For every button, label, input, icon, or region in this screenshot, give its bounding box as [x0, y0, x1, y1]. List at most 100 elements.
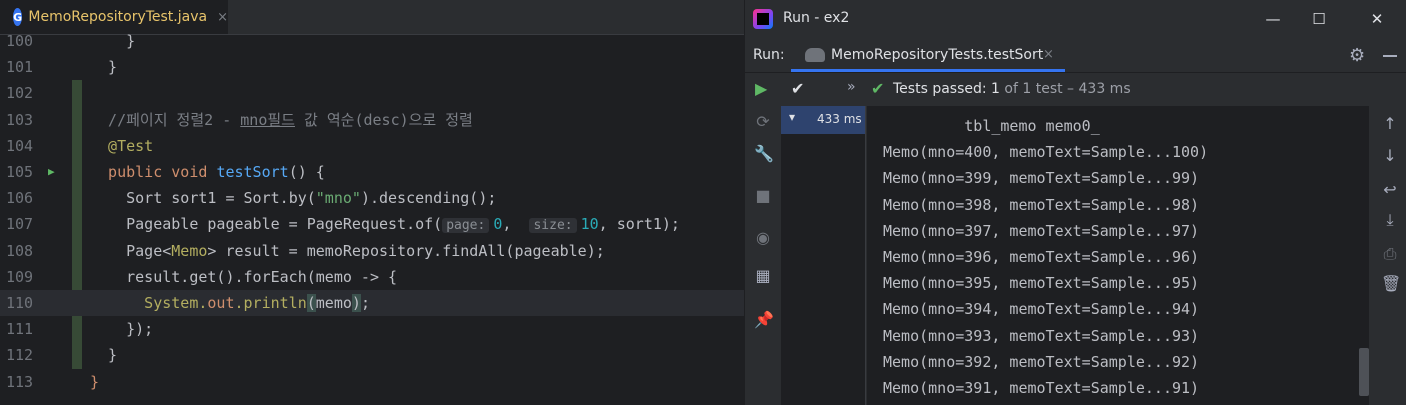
gear-icon[interactable]: ⚙	[1349, 45, 1365, 66]
run-label: Run:	[753, 47, 785, 63]
run-window-title: Run - ex2	[783, 10, 850, 26]
console-line: Memo(mno=399, memoText=Sample...99)	[883, 169, 1200, 188]
code-text: //페이지 정렬2 - mno필드 값 역순(desc)으로 정렬	[90, 110, 473, 129]
code-line[interactable]: 108 Page<Memo> result = memoRepository.f…	[0, 238, 744, 264]
run-test-gutter-icon[interactable]: ▶	[48, 159, 55, 185]
code-line[interactable]: 100 }	[0, 28, 744, 54]
run-config-tab[interactable]: MemoRepositoryTests.testSort ×	[791, 40, 1065, 72]
chevron-down-icon[interactable]: ▾	[789, 110, 795, 124]
trash-icon[interactable]: 🗑	[1381, 274, 1401, 293]
wrench-icon[interactable]: 🔧	[754, 144, 774, 163]
code-text: System.out.println(memo);	[90, 294, 370, 312]
rerun-icon[interactable]: ▶	[755, 79, 767, 98]
code-text: @Test	[90, 136, 154, 155]
tests-passed-count: 1	[991, 81, 1000, 97]
line-number: 111	[6, 320, 34, 339]
line-number: 103	[6, 110, 34, 129]
code-line[interactable]: 109 result.get().forEach(memo -> {	[0, 264, 744, 290]
console-line: Memo(mno=400, memoText=Sample...100)	[883, 143, 1209, 162]
console-line: Memo(mno=397, memoText=Sample...97)	[883, 221, 1200, 240]
line-number: 109	[6, 267, 34, 286]
code-text: });	[90, 320, 154, 339]
test-tree-row[interactable]: ▾ 433 ms	[781, 106, 865, 134]
code-line[interactable]: 105 ▶ public void testSort() {	[0, 159, 744, 185]
arrow-down-icon[interactable]: ↓	[1381, 146, 1399, 165]
code-text: }	[90, 58, 118, 77]
code-editor[interactable]: G MemoRepositoryTest.java × 100 } 101 } 10…	[0, 0, 744, 405]
code-line[interactable]: 107 Pageable pageable = PageRequest.of(p…	[0, 211, 744, 237]
soft-wrap-icon[interactable]: ↩	[1381, 180, 1399, 199]
code-text: }	[90, 346, 118, 365]
tests-passed-status: Tests passed: 1 of 1 test – 433 ms	[893, 81, 1131, 97]
close-tab-icon[interactable]: ×	[217, 10, 228, 25]
hide-panel-icon[interactable]	[1383, 55, 1397, 57]
close-window-button[interactable]: ✕	[1363, 8, 1391, 30]
code-line[interactable]: 103 //페이지 정렬2 - mno필드 값 역순(desc)으로 정렬	[0, 107, 744, 133]
scroll-to-end-icon[interactable]: ⤓	[1381, 210, 1399, 230]
line-number: 100	[6, 32, 34, 50]
run-tab-bar: Run: MemoRepositoryTests.testSort × ⚙	[745, 40, 1406, 73]
test-tree[interactable]: ▾ 433 ms	[781, 106, 866, 405]
code-text: result.get().forEach(memo -> {	[90, 267, 398, 286]
test-run-icon	[805, 48, 825, 62]
line-number: 105	[6, 163, 34, 181]
code-text: }	[90, 372, 100, 391]
code-text: Pageable pageable = PageRequest.of(page:…	[90, 215, 680, 234]
code-line[interactable]: 102	[0, 80, 744, 106]
line-number: 110	[6, 294, 34, 312]
line-number: 108	[6, 241, 34, 260]
stop-icon[interactable]: ■	[754, 186, 772, 205]
console-line: Memo(mno=394, memoText=Sample...94)	[883, 300, 1200, 319]
line-number: 102	[6, 84, 34, 103]
line-number: 112	[6, 346, 34, 365]
scrollbar-thumb[interactable]	[1359, 348, 1369, 396]
close-run-tab-icon[interactable]: ×	[1043, 47, 1054, 62]
console-line: Memo(mno=392, memoText=Sample...92)	[883, 352, 1200, 371]
run-config-tab-label: MemoRepositoryTests.testSort	[831, 47, 1044, 63]
console-line: tbl_memo memo0_	[883, 117, 1100, 135]
pin-icon[interactable]: 📌	[754, 310, 774, 329]
show-passed-icon[interactable]: ✔	[791, 79, 804, 98]
console-line: Memo(mno=391, memoText=Sample...91)	[883, 379, 1200, 397]
test-toolbar: ▶ ✔ » ✔ Tests passed: 1 of 1 test – 433 …	[745, 74, 1406, 106]
print-icon[interactable]: ⎙	[1381, 244, 1399, 264]
eye-icon[interactable]: ◉	[754, 228, 772, 247]
line-number: 104	[6, 136, 34, 155]
tests-passed-detail: of 1 test – 433 ms	[1004, 81, 1131, 97]
code-line[interactable]: 110 System.out.println(memo);	[0, 290, 744, 316]
intellij-app-icon	[753, 9, 773, 29]
arrow-up-icon[interactable]: ↑	[1381, 114, 1399, 133]
line-number: 107	[6, 215, 34, 234]
test-duration: 433 ms	[817, 112, 862, 126]
console-line: Memo(mno=395, memoText=Sample...95)	[883, 274, 1200, 293]
line-number: 101	[6, 58, 34, 77]
code-line[interactable]: 111 });	[0, 316, 744, 342]
line-number: 106	[6, 189, 34, 208]
code-text: Sort sort1 = Sort.by("mno").descending()…	[90, 189, 497, 208]
layout-icon[interactable]: ▦	[754, 266, 772, 285]
line-number: 113	[6, 372, 34, 391]
console-side-toolbar: ↑ ↓ ↩ ⤓ ⎙ 🗑	[1371, 106, 1406, 405]
console-output[interactable]: tbl_memo memo0_ Memo(mno=400, memoText=Sa…	[867, 106, 1359, 405]
minimize-button[interactable]: —	[1259, 8, 1287, 30]
code-text: public void testSort() {	[90, 163, 325, 181]
tests-passed-icon: ✔	[871, 79, 885, 98]
run-side-toolbar: ⟳ 🔧 ■ ◉ ▦ 📌	[745, 106, 781, 405]
run-window-titlebar: Run - ex2 — ☐ ✕	[745, 0, 1406, 38]
console-scrollbar[interactable]	[1359, 106, 1369, 405]
code-line[interactable]: 113}	[0, 369, 744, 395]
tests-passed-text: Tests passed:	[893, 81, 987, 97]
more-actions-icon[interactable]: »	[847, 79, 856, 95]
java-class-icon: G	[13, 8, 23, 26]
code-text: Page<Memo> result = memoRepository.findA…	[90, 241, 605, 260]
code-line[interactable]: 101 }	[0, 54, 744, 80]
code-line[interactable]: 112 }	[0, 342, 744, 368]
code-line[interactable]: 104 @Test	[0, 133, 744, 159]
console-line: Memo(mno=398, memoText=Sample...98)	[883, 195, 1200, 214]
console-line: Memo(mno=396, memoText=Sample...96)	[883, 248, 1200, 266]
code-line[interactable]: 106 Sort sort1 = Sort.by("mno").descendi…	[0, 185, 744, 211]
run-tool-window: Run - ex2 — ☐ ✕ Run: MemoRepositoryTests…	[744, 0, 1406, 405]
debug-icon[interactable]: ⟳	[754, 112, 772, 131]
maximize-button[interactable]: ☐	[1305, 8, 1333, 30]
console-line: Memo(mno=393, memoText=Sample...93)	[883, 326, 1200, 345]
